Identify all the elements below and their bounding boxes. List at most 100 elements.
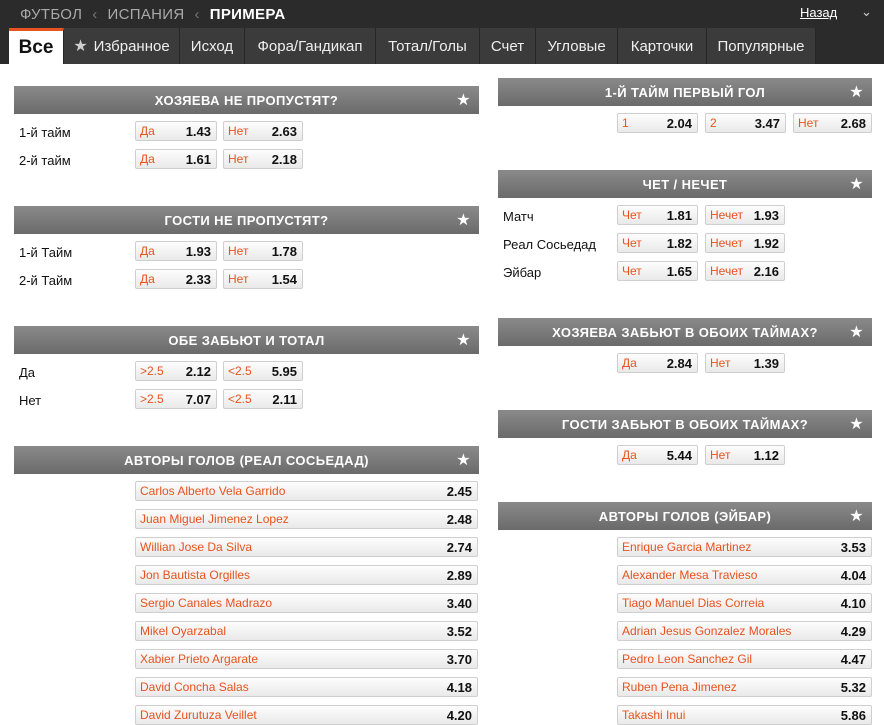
odd-label: 1 <box>622 116 629 130</box>
section-title: АВТОРЫ ГОЛОВ (ЭЙБАР) <box>598 508 772 524</box>
odd-button[interactable]: Нечет 1.92 <box>705 233 785 253</box>
tab-all[interactable]: Все <box>9 28 64 64</box>
odd-button[interactable]: 2 3.47 <box>705 113 786 133</box>
scorer-odd[interactable]: David Zurutuza Veillet 4.20 <box>135 705 478 725</box>
odd-button[interactable]: Чет 1.65 <box>617 261 698 281</box>
tab-outcome[interactable]: Исход <box>180 28 245 64</box>
odd-value: 5.86 <box>840 707 866 723</box>
odd-value: 1.65 <box>666 263 692 279</box>
tab-popular[interactable]: Популярные <box>707 28 816 64</box>
breadcrumb-football[interactable]: ФУТБОЛ <box>20 6 82 23</box>
star-icon[interactable]: ★ <box>849 414 864 434</box>
odd-button[interactable]: Нет 1.12 <box>705 445 785 465</box>
scorer-odd[interactable]: Takashi Inui 5.86 <box>617 705 872 725</box>
scorer-odd[interactable]: Pedro Leon Sanchez Gil 4.47 <box>617 649 872 669</box>
odd-value: 4.18 <box>446 679 472 695</box>
star-icon[interactable]: ★ <box>849 82 864 102</box>
scorer-name: Tiago Manuel Dias Correia <box>622 596 765 610</box>
odd-button[interactable]: Да 1.93 <box>135 241 217 261</box>
odd-value: 1.61 <box>185 151 211 167</box>
odd-button[interactable]: Нечет 1.93 <box>705 205 785 225</box>
odd-button[interactable]: Да 5.44 <box>617 445 698 465</box>
scorer-name: Ruben Pena Jimenez <box>622 680 737 694</box>
odd-label: Нет <box>228 124 249 138</box>
odd-value: 3.52 <box>446 623 472 639</box>
star-icon[interactable]: ★ <box>456 90 471 110</box>
odd-button[interactable]: >2.5 7.07 <box>135 389 217 409</box>
star-icon[interactable]: ★ <box>456 210 471 230</box>
odd-button[interactable]: Да 2.84 <box>617 353 698 373</box>
odd-button[interactable]: Чет 1.81 <box>617 205 698 225</box>
scorer-odd[interactable]: David Concha Salas 4.18 <box>135 677 478 697</box>
odd-value: 2.48 <box>446 511 472 527</box>
tab-favorites[interactable]: ★ Избранное <box>64 28 180 64</box>
section-title: ХОЗЯЕВА НЕ ПРОПУСТЯТ? <box>154 92 339 108</box>
odd-value: 1.78 <box>271 243 297 259</box>
star-icon[interactable]: ★ <box>456 450 471 470</box>
star-icon[interactable]: ★ <box>849 322 864 342</box>
odd-button[interactable]: Нет 1.78 <box>223 241 303 261</box>
scorer-odd[interactable]: Willian Jose Da Silva 2.74 <box>135 537 478 557</box>
scorer-odd[interactable]: Sergio Canales Madrazo 3.40 <box>135 593 478 613</box>
row-label: 2-й Тайм <box>19 273 73 288</box>
odd-button[interactable]: Нет 2.63 <box>223 121 303 141</box>
scorer-odd[interactable]: Alexander Mesa Travieso 4.04 <box>617 565 872 585</box>
scorer-name: Carlos Alberto Vela Garrido <box>140 484 286 498</box>
odd-button[interactable]: <2.5 5.95 <box>223 361 303 381</box>
tab-label: Счет <box>490 37 525 55</box>
star-icon[interactable]: ★ <box>849 506 864 526</box>
scorer-odd[interactable]: Ruben Pena Jimenez 5.32 <box>617 677 872 697</box>
odd-button[interactable]: Да 1.43 <box>135 121 217 141</box>
odd-label: Нечет <box>710 208 743 222</box>
section-home-both-halves[interactable]: ХОЗЯЕВА ЗАБЬЮТ В ОБОИХ ТАЙМАХ? ★ <box>498 318 872 346</box>
scorer-odd[interactable]: Tiago Manuel Dias Correia 4.10 <box>617 593 872 613</box>
scorer-odd[interactable]: Jon Bautista Orgilles 2.89 <box>135 565 478 585</box>
section-scorers-real-sociedad[interactable]: АВТОРЫ ГОЛОВ (РЕАЛ СОСЬЕДАД) ★ <box>14 446 479 474</box>
section-away-both-halves[interactable]: ГОСТИ ЗАБЬЮТ В ОБОИХ ТАЙМАХ? ★ <box>498 410 872 438</box>
odd-button[interactable]: Нет 1.54 <box>223 269 303 289</box>
odd-button[interactable]: Нет 2.18 <box>223 149 303 169</box>
section-first-half-first-goal[interactable]: 1-Й ТАЙМ ПЕРВЫЙ ГОЛ ★ <box>498 78 872 106</box>
odd-button[interactable]: Да 1.61 <box>135 149 217 169</box>
chevron-left-icon: ‹ <box>194 5 200 23</box>
section-home-clean-sheet[interactable]: ХОЗЯЕВА НЕ ПРОПУСТЯТ? ★ <box>14 86 479 114</box>
tab-corners[interactable]: Угловые <box>536 28 618 64</box>
section-away-clean-sheet[interactable]: ГОСТИ НЕ ПРОПУСТЯТ? ★ <box>14 206 479 234</box>
odd-button[interactable]: Нечет 2.16 <box>705 261 785 281</box>
chevron-down-icon[interactable]: ⌄ <box>861 4 872 20</box>
odd-button[interactable]: Чет 1.82 <box>617 233 698 253</box>
back-link[interactable]: Назад <box>800 5 837 20</box>
star-icon[interactable]: ★ <box>456 330 471 350</box>
scorer-name: Adrian Jesus Gonzalez Morales <box>622 624 792 638</box>
scorer-odd[interactable]: Xabier Prieto Argarate 3.70 <box>135 649 478 669</box>
section-scorers-eibar[interactable]: АВТОРЫ ГОЛОВ (ЭЙБАР) ★ <box>498 502 872 530</box>
odd-button[interactable]: >2.5 2.12 <box>135 361 217 381</box>
tab-score[interactable]: Счет <box>480 28 536 64</box>
scorer-odd[interactable]: Carlos Alberto Vela Garrido 2.45 <box>135 481 478 501</box>
tab-totals[interactable]: Тотал/Голы <box>376 28 480 64</box>
row-label: 1-й тайм <box>19 125 71 140</box>
scorer-odd[interactable]: Mikel Oyarzabal 3.52 <box>135 621 478 641</box>
odd-button[interactable]: <2.5 2.11 <box>223 389 303 409</box>
scorer-odd[interactable]: Enrique Garcia Martinez 3.53 <box>617 537 872 557</box>
scorer-odd[interactable]: Juan Miguel Jimenez Lopez 2.48 <box>135 509 478 529</box>
odd-button[interactable]: Да 2.33 <box>135 269 217 289</box>
scorer-odd[interactable]: Adrian Jesus Gonzalez Morales 4.29 <box>617 621 872 641</box>
row-label: 2-й тайм <box>19 153 71 168</box>
section-btts-total[interactable]: ОБЕ ЗАБЬЮТ И ТОТАЛ ★ <box>14 326 479 354</box>
tab-handicap[interactable]: Фора/Гандикап <box>245 28 376 64</box>
odd-button[interactable]: Нет 1.39 <box>705 353 785 373</box>
top-bar: ФУТБОЛ ‹ ИСПАНИЯ ‹ ПРИМЕРА Назад ⌄ <box>0 0 884 28</box>
odd-button[interactable]: 1 2.04 <box>617 113 698 133</box>
tab-cards[interactable]: Карточки <box>618 28 707 64</box>
odd-button[interactable]: Нет 2.68 <box>793 113 872 133</box>
odd-value: 5.44 <box>666 447 692 463</box>
odd-label: Нечет <box>710 264 743 278</box>
odd-value: 1.54 <box>271 271 297 287</box>
breadcrumb-spain[interactable]: ИСПАНИЯ <box>108 6 185 23</box>
odd-label: Да <box>622 448 637 462</box>
star-icon[interactable]: ★ <box>849 174 864 194</box>
section-odd-even[interactable]: ЧЕТ / НЕЧЕТ ★ <box>498 170 872 198</box>
odd-label: Нет <box>228 272 249 286</box>
section-title: 1-Й ТАЙМ ПЕРВЫЙ ГОЛ <box>604 84 766 100</box>
